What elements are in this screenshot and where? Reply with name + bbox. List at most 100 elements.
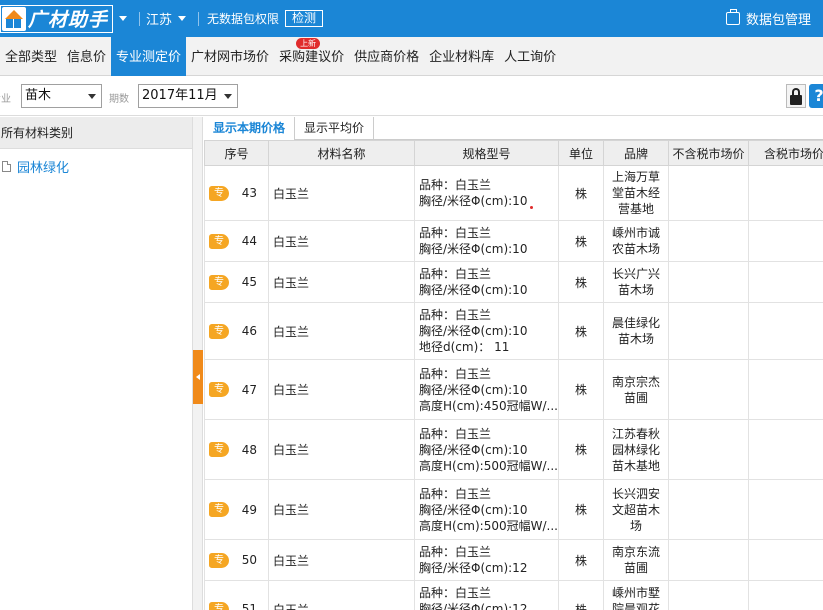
collapse-sidebar-button[interactable]: [193, 350, 203, 404]
table-row[interactable]: 专 48 白玉兰 品种：白玉兰 胸径/米径Φ(cm):10 高度H(cm):500冠幅W/…: [204, 419, 823, 480]
spec-line: 胸径/米径Φ(cm):10: [419, 502, 528, 517]
app-name: 广材助手: [28, 9, 109, 31]
cell-price-ex-tax: [668, 580, 749, 610]
cell-no: 专 47: [204, 359, 269, 420]
professional-tag-icon: 专: [209, 233, 229, 249]
period-label: 期数: [109, 94, 129, 105]
column-header-unit[interactable]: 单位: [558, 140, 604, 166]
package-manage-button[interactable]: 数据包管理: [725, 0, 811, 37]
tab-purchase-suggest[interactable]: 上新 采购建议价: [274, 37, 349, 76]
table-row[interactable]: 专 44 白玉兰 品种：白玉兰 胸径/米径Φ(cm):10 株嵊州市诚农苗木场: [204, 220, 823, 262]
table-header-row: 序号 材料名称 规格型号 单位 品牌 不含税市场价 含税市场价: [204, 140, 823, 166]
price-table-container[interactable]: 序号 材料名称 规格型号 单位 品牌 不含税市场价 含税市场价 专 43 白玉兰 品种…: [204, 140, 823, 610]
tab-professional-price[interactable]: 专业测定价: [111, 37, 187, 76]
table-row[interactable]: 专 43 白玉兰 品种：白玉兰 胸径/米径Φ(cm):10 株上海万草堂苗木经营基地: [204, 165, 823, 221]
sidebar-header: 所有材料类别: [0, 117, 192, 149]
cell-unit: 株: [558, 539, 604, 581]
cell-price-in-tax: [748, 539, 823, 581]
cell-name: 白玉兰: [268, 165, 415, 221]
cell-price-in-tax: [748, 580, 823, 610]
cell-price-in-tax: [748, 302, 823, 360]
cell-unit: 株: [558, 479, 604, 540]
professional-tag-icon: 专: [209, 552, 229, 568]
professional-tag-icon: 专: [209, 185, 229, 201]
cell-name: 白玉兰: [268, 261, 415, 303]
marker-dot-icon: [530, 206, 534, 209]
app-menu-chevron-down-icon[interactable]: [119, 16, 128, 21]
row-number: 45: [241, 275, 257, 289]
cell-spec: 品种：白玉兰 胸径/米径Φ(cm):10 高度H(cm):500冠幅W/...: [414, 479, 559, 540]
cell-brand: 南京东流苗圃: [603, 539, 669, 581]
cell-price-ex-tax: [668, 220, 749, 262]
tab-info-price[interactable]: 信息价: [62, 37, 111, 76]
table-row[interactable]: 专 50 白玉兰 品种：白玉兰 胸径/米径Φ(cm):12 株南京东流苗圃: [204, 539, 823, 581]
filter-bar: 专业 苗木 期数 2017年11月: [0, 77, 823, 116]
column-header-price-in-tax[interactable]: 含税市场价: [748, 140, 823, 166]
tab-enterprise-library[interactable]: 企业材料库: [424, 37, 499, 76]
specialty-select[interactable]: 苗木: [21, 84, 102, 108]
cell-unit: 株: [558, 220, 604, 262]
cell-no: 专 51: [204, 580, 269, 610]
tab-current-price[interactable]: 显示本期价格: [204, 117, 296, 140]
cell-name: 白玉兰: [268, 220, 415, 262]
cell-unit: 株: [558, 261, 604, 303]
tab-market-price[interactable]: 广材网市场价: [186, 37, 274, 76]
cell-name: 白玉兰: [268, 359, 415, 420]
package-icon: [725, 9, 740, 25]
top-header: 广材助手 江苏 无数据包权限 检测 数据包管理: [0, 0, 823, 37]
tab-all-types[interactable]: 全部类型: [0, 37, 62, 76]
row-number: 50: [241, 553, 257, 567]
spec-line: 胸径/米径Φ(cm):10: [419, 382, 528, 397]
spec-line: 高度H(cm):450冠幅W/...: [419, 398, 558, 413]
tab-manual-inquiry[interactable]: 人工询价: [499, 37, 561, 76]
column-header-brand[interactable]: 品牌: [603, 140, 669, 166]
cell-price-in-tax: [748, 220, 823, 262]
document-icon: [2, 160, 11, 172]
table-row[interactable]: 专 47 白玉兰 品种：白玉兰 胸径/米径Φ(cm):10 高度H(cm):450冠幅W/…: [204, 359, 823, 420]
cell-no: 专 49: [204, 479, 269, 540]
cell-spec: 品种：白玉兰 胸径/米径Φ(cm):10 地径d(cm)： 11: [414, 302, 559, 360]
chevron-down-icon: [88, 94, 96, 99]
lock-icon[interactable]: [786, 84, 806, 108]
professional-tag-icon: 专: [209, 502, 229, 517]
cell-brand: 晨佳绿化苗木场: [603, 302, 669, 360]
tab-average-price[interactable]: 显示平均价: [295, 117, 375, 140]
cell-price-in-tax: [748, 419, 823, 480]
cell-brand: 长兴广兴苗木场: [603, 261, 669, 303]
column-header-name[interactable]: 材料名称: [268, 140, 415, 166]
cell-price-ex-tax: [668, 302, 749, 360]
spec-line: 胸径/米径Φ(cm):10: [419, 242, 528, 256]
row-number: 43: [241, 186, 257, 200]
cell-no: 专 48: [204, 419, 269, 480]
cell-spec: 品种：白玉兰 胸径/米径Φ(cm):12: [414, 539, 559, 581]
table-row[interactable]: 专 49 白玉兰 品种：白玉兰 胸径/米径Φ(cm):10 高度H(cm):500冠幅W/…: [204, 479, 823, 540]
spec-line: 胸径/米径Φ(cm):10: [419, 324, 528, 338]
spec-line: 胸径/米径Φ(cm):10: [419, 442, 528, 457]
cell-spec: 品种：白玉兰 胸径/米径Φ(cm):10: [414, 220, 559, 262]
spec-line: 品种：白玉兰: [419, 366, 492, 381]
column-header-price-ex-tax[interactable]: 不含税市场价: [668, 140, 749, 166]
spec-line: 品种：白玉兰: [419, 267, 492, 281]
region-selector[interactable]: 江苏: [146, 9, 192, 28]
cell-unit: 株: [558, 359, 604, 420]
category-sidebar: 所有材料类别 园林绿化: [0, 117, 193, 610]
period-select[interactable]: 2017年11月: [138, 84, 238, 108]
column-header-spec[interactable]: 规格型号: [414, 140, 559, 166]
spec-line: 胸径/米径Φ(cm):12: [419, 561, 528, 575]
sidebar-item-landscaping[interactable]: 园林绿化: [0, 151, 192, 181]
table-row[interactable]: 专 45 白玉兰 品种：白玉兰 胸径/米径Φ(cm):10 株长兴广兴苗木场: [204, 261, 823, 303]
tab-supplier-price[interactable]: 供应商价格: [349, 37, 424, 76]
region-label: 江苏: [146, 13, 173, 28]
app-logo[interactable]: 广材助手: [0, 4, 114, 33]
table-row[interactable]: 专 46 白玉兰 品种：白玉兰 胸径/米径Φ(cm):10 地径d(cm)： 11 株晨佳绿…: [204, 302, 823, 360]
cell-brand: 南京宗杰苗圃: [603, 359, 669, 420]
new-badge: 上新: [296, 38, 321, 49]
sidebar-item-label: 园林绿化: [17, 160, 70, 176]
detect-button[interactable]: 检测: [285, 10, 324, 27]
cell-price-ex-tax: [668, 359, 749, 420]
table-row[interactable]: 专51白玉兰品种：白玉兰胸径/米径Φ(cm):12地径d(cm)：12株嵊州市墅…: [204, 580, 823, 610]
help-icon[interactable]: ?: [809, 84, 823, 108]
cell-price-ex-tax: [668, 539, 749, 581]
cell-no: 专 50: [204, 539, 269, 581]
column-header-no[interactable]: 序号: [204, 140, 269, 166]
